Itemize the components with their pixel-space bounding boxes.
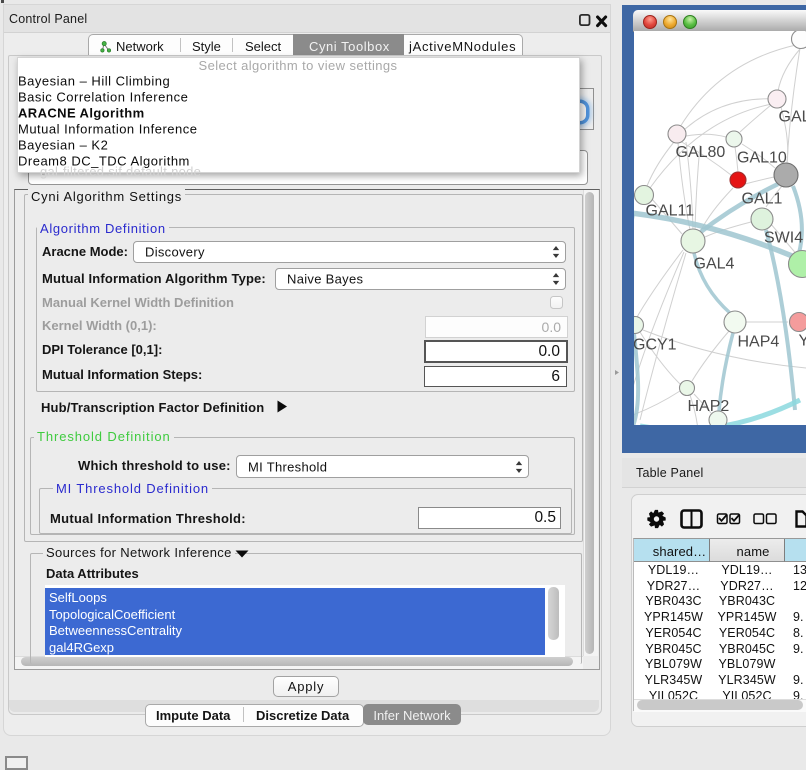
svg-text:GCY1: GCY1 xyxy=(634,337,677,354)
svg-text:GAL4: GAL4 xyxy=(694,256,735,273)
svg-text:GAL11: GAL11 xyxy=(646,203,695,220)
svg-text:GAL1: GAL1 xyxy=(742,191,783,208)
svg-text:GAL80: GAL80 xyxy=(676,144,726,161)
svg-text:SWI4: SWI4 xyxy=(764,230,803,247)
svg-text:Y: Y xyxy=(799,333,806,350)
svg-text:GAL7: GAL7 xyxy=(779,109,806,126)
svg-text:HAP4: HAP4 xyxy=(738,334,780,351)
svg-text:HAP2: HAP2 xyxy=(688,398,730,415)
svg-text:GAL10: GAL10 xyxy=(737,150,787,167)
